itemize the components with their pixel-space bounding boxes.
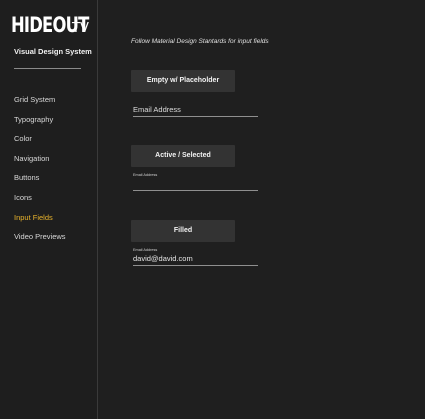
empty-placeholder-button[interactable]: Empty w/ Placeholder xyxy=(131,70,235,92)
main-content: Follow Material Design Stantards for inp… xyxy=(98,0,425,419)
sidebar-item-input-fields[interactable]: Input Fields xyxy=(14,213,66,233)
sidebar-subtitle: Visual Design System xyxy=(14,47,92,56)
sidebar-divider xyxy=(14,68,81,69)
sidebar-item-color[interactable]: Color xyxy=(14,134,66,154)
email-field-underline xyxy=(133,265,258,266)
intro-text: Follow Material Design Stantards for inp… xyxy=(131,38,269,45)
email-field-input[interactable] xyxy=(133,178,258,190)
sidebar-item-navigation[interactable]: Navigation xyxy=(14,154,66,174)
sidebar-nav: Grid System Typography Color Navigation … xyxy=(14,95,66,252)
sidebar-item-video-previews[interactable]: Video Previews xyxy=(14,232,66,252)
app-window: HIDEOUT TV Visual Design System Grid Sys… xyxy=(0,0,425,419)
email-field-filled[interactable]: Email Address david@david.com xyxy=(133,248,258,266)
sidebar-item-grid-system[interactable]: Grid System xyxy=(14,95,66,115)
filled-button[interactable]: Filled xyxy=(131,220,235,242)
email-field-active[interactable]: Email Address xyxy=(133,173,258,191)
email-field-empty[interactable]: Email Address xyxy=(133,99,258,117)
email-field-value[interactable]: david@david.com xyxy=(133,253,258,265)
sidebar-item-buttons[interactable]: Buttons xyxy=(14,173,66,193)
logo[interactable]: HIDEOUT TV xyxy=(11,15,110,36)
sidebar: HIDEOUT TV Visual Design System Grid Sys… xyxy=(0,0,98,419)
logo-tv-suffix: TV xyxy=(72,21,89,36)
email-field-placeholder[interactable]: Email Address xyxy=(133,104,258,116)
sidebar-item-icons[interactable]: Icons xyxy=(14,193,66,213)
sidebar-item-typography[interactable]: Typography xyxy=(14,115,66,135)
email-field-underline xyxy=(133,190,258,191)
active-selected-button[interactable]: Active / Selected xyxy=(131,145,235,167)
email-field-underline xyxy=(133,116,258,117)
